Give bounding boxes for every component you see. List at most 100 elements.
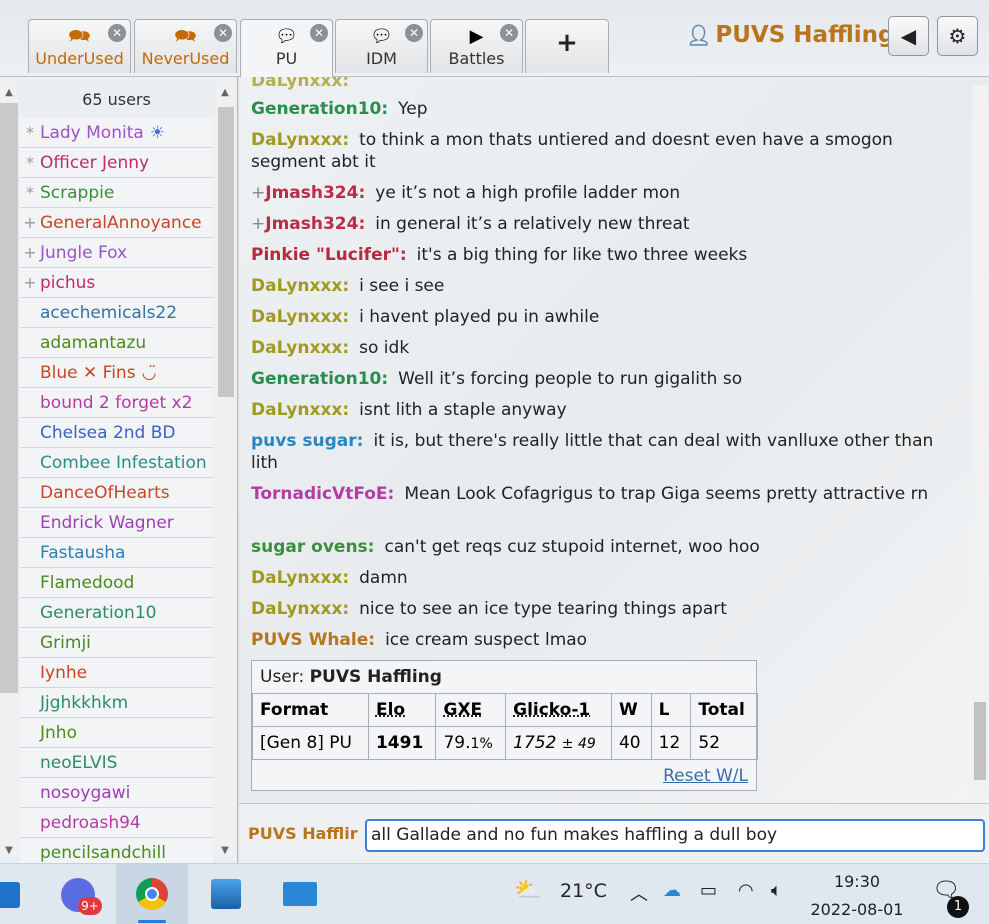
chat-text: in general it’s a relatively new threat <box>375 214 690 234</box>
user-list-item[interactable]: Combee Infestation <box>20 448 213 478</box>
chat-username[interactable]: TornadicVtFoE: <box>251 484 394 504</box>
user-list-item[interactable]: + Jungle Fox <box>20 238 213 268</box>
chat-message: puvs sugar: it is, but there's really lit… <box>251 430 951 474</box>
tab-underused[interactable]: 🗪 UnderUsed ✕ <box>28 19 131 73</box>
tab-idm[interactable]: 💬︎ IDM ✕ <box>335 19 428 73</box>
new-tab-button[interactable]: + <box>525 19 609 73</box>
chat-username[interactable]: Pinkie "Lucifer": <box>251 245 407 265</box>
close-icon[interactable]: ✕ <box>405 24 423 42</box>
weather-icon[interactable]: ⛅ <box>514 878 541 903</box>
chat-username: DaLynxxx: <box>251 77 350 91</box>
chat-username[interactable]: puvs sugar: <box>251 431 363 451</box>
clock-date[interactable]: 2022-08-01 <box>806 900 908 919</box>
chat-username[interactable]: sugar ovens: <box>251 537 374 557</box>
mail-icon <box>283 882 317 906</box>
taskbar-app-partial[interactable] <box>0 864 28 924</box>
chat-username[interactable]: Generation10: <box>251 99 388 119</box>
chat-message: Pinkie "Lucifer": it's a big thing for li… <box>251 244 951 266</box>
chat-text: i see i see <box>359 276 445 296</box>
user-name: Flamedood <box>40 573 135 593</box>
user-list-item[interactable]: bound 2 forget x2 <box>20 388 213 418</box>
close-icon[interactable]: ✕ <box>500 24 518 42</box>
tab-neverused[interactable]: 🗪 NeverUsed ✕ <box>134 19 237 73</box>
user-list-item[interactable]: Flamedood <box>20 568 213 598</box>
user-list-item[interactable]: DanceOfHearts <box>20 478 213 508</box>
user-rank: + <box>251 183 266 203</box>
chat-username[interactable]: DaLynxxx: <box>251 130 349 150</box>
chat-username[interactable]: Jmash324: <box>265 183 365 203</box>
message-input[interactable]: all Gallade and no fun makes haffling a … <box>365 819 985 852</box>
chat-text: so idk <box>359 338 410 358</box>
user-list-item[interactable]: + GeneralAnnoyance <box>20 208 213 238</box>
taskbar-app-photos[interactable] <box>190 864 262 924</box>
user-list-item[interactable]: + pichus <box>20 268 213 298</box>
user-list-item[interactable]: Endrick Wagner <box>20 508 213 538</box>
composer-username[interactable]: PUVS Hafflir <box>248 824 358 843</box>
user-list-item[interactable]: nosoygawi <box>20 778 213 808</box>
close-icon[interactable]: ✕ <box>108 24 126 42</box>
clock-time[interactable]: 19:30 <box>806 872 908 891</box>
close-icon[interactable]: ✕ <box>214 24 232 42</box>
volume-icon[interactable]: 🔈︎ <box>771 880 782 901</box>
taskbar-app-chrome[interactable] <box>116 864 188 924</box>
chat-scrollbar[interactable] <box>972 85 988 795</box>
user-list-item[interactable]: * Lady Monita ☀ <box>20 118 213 148</box>
user-list-item[interactable]: pedroash94 <box>20 808 213 838</box>
user-list-scrollbar-thumb[interactable] <box>218 107 234 397</box>
user-name: GeneralAnnoyance <box>40 213 202 233</box>
scrollbar-thumb[interactable] <box>0 103 18 693</box>
scroll-up-icon[interactable]: ▲ <box>216 87 234 98</box>
chat-message: Generation10: Well it’s forcing people to… <box>251 368 951 390</box>
user-list-item[interactable]: adamantazu <box>20 328 213 358</box>
tab-battles[interactable]: ▶ Battles ✕ <box>430 19 523 73</box>
user-list-item[interactable]: Blue ✕ Fins ◡̈ <box>20 358 213 388</box>
user-list-item[interactable]: Grimji <box>20 628 213 658</box>
chat-message: +Jmash324: ye it’s not a high profile lad… <box>251 182 951 204</box>
scroll-down-icon[interactable]: ▼ <box>216 845 234 856</box>
chat-username[interactable]: Generation10: <box>251 369 388 389</box>
user-list-item[interactable]: Jnho <box>20 718 213 748</box>
user-list-item[interactable]: * Scrappie <box>20 178 213 208</box>
close-icon[interactable]: ✕ <box>310 24 328 42</box>
tab-label: NeverUsed <box>141 49 230 68</box>
taskbar-app-discord[interactable]: 9+ <box>42 864 114 924</box>
chat-username[interactable]: DaLynxxx: <box>251 400 349 420</box>
user-list-item[interactable]: Iynhe <box>20 658 213 688</box>
chat-username[interactable]: Jmash324: <box>265 214 365 234</box>
tab-pu[interactable]: 💬︎ PU ✕ <box>240 19 333 77</box>
wifi-icon[interactable]: ◠ <box>738 880 754 901</box>
sound-button[interactable]: ◀ <box>888 16 929 56</box>
user-list-item[interactable]: Generation10 <box>20 598 213 628</box>
scroll-down-icon[interactable]: ▼ <box>0 845 18 856</box>
user-list-item[interactable]: Chelsea 2nd BD <box>20 418 213 448</box>
os-taskbar: 9+ ⛅ 21°C ︿ ☁ ▭ ◠ 🔈︎ 19:30 2022-08-01 🗨︎… <box>0 863 989 924</box>
username-display[interactable]: 👤︎ PUVS Haffling <box>686 22 894 48</box>
chat-username[interactable]: DaLynxxx: <box>251 568 349 588</box>
chat-username[interactable]: DaLynxxx: <box>251 338 349 358</box>
user-list-item[interactable]: pencilsandchill <box>20 838 213 863</box>
user-list-item[interactable]: acechemicals22 <box>20 298 213 328</box>
chevron-up-icon[interactable]: ︿ <box>630 880 648 906</box>
photos-icon <box>211 879 241 909</box>
settings-button[interactable]: ⚙ <box>937 16 978 56</box>
reset-wl-link[interactable]: Reset W/L <box>663 766 748 786</box>
stats-header-row: Format Elo GXE Glicko-1 W L Total <box>252 693 758 727</box>
cell-glicko: 1752 ± 49 <box>505 726 612 760</box>
user-list-item[interactable]: Fastausha <box>20 538 213 568</box>
user-rank: + <box>23 213 37 232</box>
user-list-item[interactable]: * Officer Jenny <box>20 148 213 178</box>
chat-username[interactable]: PUVS Whale: <box>251 630 375 650</box>
user-name: Jjghkkhkm <box>40 693 129 713</box>
battery-icon[interactable]: ▭ <box>700 880 717 901</box>
user-list-item[interactable]: Jjghkkhkm <box>20 688 213 718</box>
user-list-item[interactable]: neoELVIS <box>20 748 213 778</box>
chat-username[interactable]: DaLynxxx: <box>251 276 349 296</box>
taskbar-app-mail[interactable] <box>264 864 336 924</box>
chat-scrollbar-thumb[interactable] <box>974 702 986 780</box>
weather-temp[interactable]: 21°C <box>560 880 607 902</box>
ladder-stats-box: User: PUVS Haffling Format Elo GXE Glick… <box>251 660 758 791</box>
onedrive-icon[interactable]: ☁ <box>663 880 681 901</box>
chat-username[interactable]: DaLynxxx: <box>251 599 349 619</box>
scroll-up-icon[interactable]: ▲ <box>0 87 18 98</box>
chat-username[interactable]: DaLynxxx: <box>251 307 349 327</box>
